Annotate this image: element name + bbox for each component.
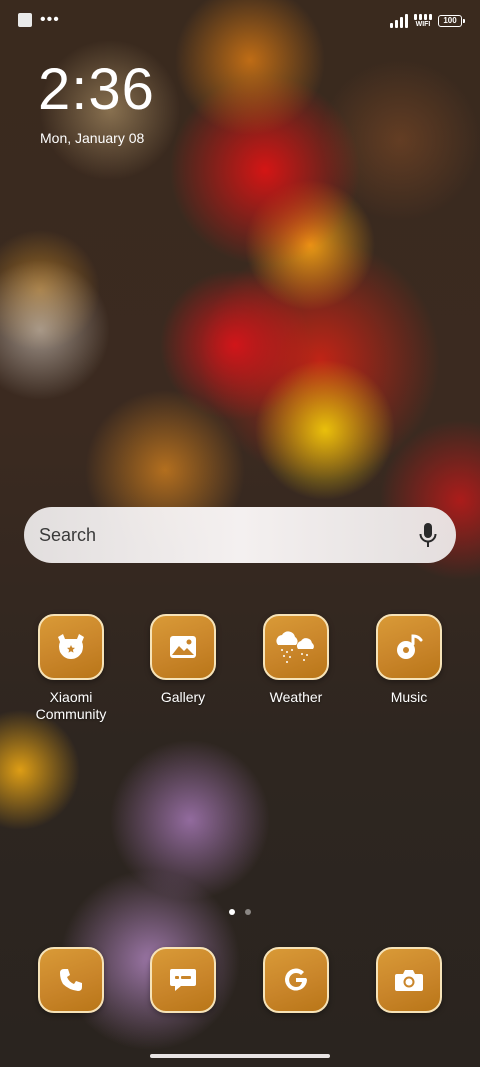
page-indicator [0,909,480,915]
page-dot [245,909,251,915]
home-gesture-bar[interactable] [150,1054,330,1058]
status-bar: ••• WIFI 100 [0,0,480,42]
app-music[interactable]: Music [361,614,457,706]
clock-time[interactable]: 2:36 [38,58,155,122]
weather-icon [263,614,329,680]
page-dot-active [229,909,235,915]
app-weather[interactable]: Weather [248,614,344,706]
music-icon [376,614,442,680]
dock-phone[interactable] [23,947,119,1013]
app-xiaomi-community[interactable]: Xiaomi Community [23,614,119,723]
mi-bunny-icon [38,614,104,680]
app-gallery[interactable]: Gallery [135,614,231,706]
wifi-label: WIFI [415,21,431,28]
clock-date[interactable]: Mon, January 08 [40,130,144,146]
app-label: Weather [269,689,323,705]
microphone-icon[interactable] [418,522,438,548]
app-label: Gallery [160,689,206,705]
battery-icon: 100 [438,14,465,27]
app-label: Xiaomi Community [35,689,107,722]
dock-messages[interactable] [135,947,231,1013]
camera-icon [376,947,442,1013]
wifi-icon: WIFI [414,12,432,29]
app-label: Music [390,689,428,705]
dock-camera[interactable] [361,947,457,1013]
status-left: ••• [18,11,60,28]
cellular-signal-icon [390,13,408,28]
google-icon [263,947,329,1013]
battery-level: 100 [443,16,457,25]
status-right: WIFI 100 [390,12,465,29]
messages-icon [150,947,216,1013]
more-notifications-icon: ••• [40,11,60,28]
search-bar[interactable]: Search [24,507,456,563]
phone-icon [38,947,104,1013]
gallery-icon [150,614,216,680]
dock-google[interactable] [248,947,344,1013]
notification-square-icon [18,13,32,27]
search-placeholder: Search [39,525,97,545]
